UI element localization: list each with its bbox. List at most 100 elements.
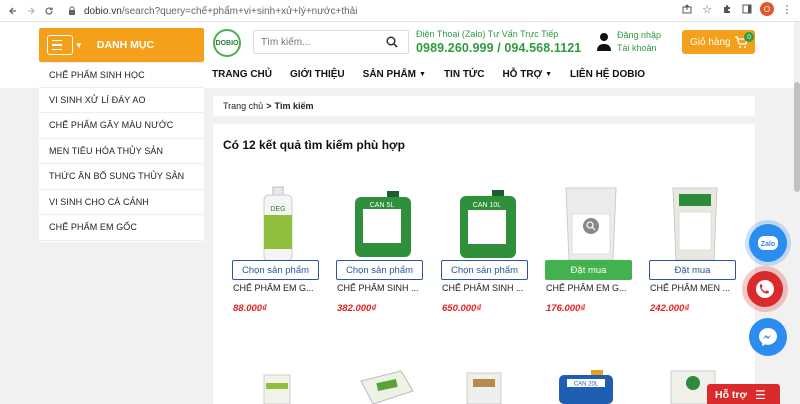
reload-icon[interactable]: [40, 2, 58, 20]
dobio-logo[interactable]: DOBIO: [213, 29, 241, 57]
phone-icon: [756, 280, 774, 298]
scrollbar-thumb[interactable]: [794, 82, 800, 192]
svg-text:Zalo: Zalo: [761, 241, 775, 248]
svg-text:CAN 10L: CAN 10L: [473, 202, 502, 209]
nav-home[interactable]: TRANG CHỦ: [212, 69, 272, 80]
lock-icon: [68, 6, 80, 17]
hotline: Điện Thoại (Zalo) Tư Vấn Trực Tiếp 0989.…: [416, 29, 591, 55]
svg-text:CAN 5L: CAN 5L: [370, 202, 395, 209]
choose-product-button[interactable]: Chọn sản phẩm: [441, 260, 528, 280]
category-sidebar: CHẾ PHẨM SINH HỌC VI SINH XỬ LÍ ĐÁY AO C…: [39, 62, 204, 242]
zalo-icon: Zalo: [758, 236, 778, 250]
caret-down-icon: ▼: [545, 70, 553, 78]
support-label: Hỗ trợ: [715, 389, 747, 401]
product-image[interactable]: CAN 10L: [442, 184, 532, 264]
svg-text:CAN 20L: CAN 20L: [574, 382, 599, 388]
cart-count-badge: 0: [744, 32, 754, 42]
product-card[interactable]: DEG CHẾ PHẨM EM G... 88.000₫: [233, 184, 323, 314]
nav-contact[interactable]: LIÊN HỆ DOBIO: [570, 69, 645, 80]
zalo-chat-button[interactable]: Zalo: [749, 224, 787, 262]
search-input[interactable]: [254, 36, 379, 48]
back-icon[interactable]: [4, 2, 22, 20]
cart-label: Giỏ hàng: [690, 36, 731, 48]
sidebar-item-thuc-an-bo-sung[interactable]: THỨC ĂN BỔ SUNG THỦY SẢN: [39, 164, 204, 190]
product-image[interactable]: CAN 5L: [337, 184, 427, 264]
product-image[interactable]: DEG: [233, 184, 323, 264]
support-button[interactable]: Hỗ trợ ☰: [707, 384, 780, 404]
search-icon[interactable]: [383, 33, 401, 51]
caret-down-icon: ▼: [419, 70, 426, 78]
profile-avatar[interactable]: O: [760, 2, 774, 16]
bookmark-star-icon[interactable]: ☆: [700, 2, 714, 16]
messenger-icon: [759, 328, 777, 346]
category-menu-button[interactable]: ▼ DANH MỤC: [39, 28, 204, 62]
product-name[interactable]: CHẾ PHẨM SINH ...: [442, 283, 532, 293]
sidebar-panel-icon[interactable]: [740, 2, 754, 16]
product-image[interactable]: [546, 184, 636, 264]
buy-now-button[interactable]: Đặt mua: [649, 260, 736, 280]
search-results: Có 12 kết quả tìm kiếm phù hợp DEG CHẾ P…: [213, 124, 755, 404]
hotline-numbers[interactable]: 0989.260.999 / 094.568.1121: [416, 41, 591, 55]
product-price: 176.000₫: [546, 303, 586, 314]
choose-product-button[interactable]: Chọn sản phẩm: [232, 260, 319, 280]
search-box: [253, 30, 409, 54]
address-bar[interactable]: dobio.vn/search?query=chế+phẩm+vi+sinh+x…: [68, 3, 688, 19]
product-card[interactable]: CAN 5L CHẾ PHẨM SINH ... 382.000₫: [337, 184, 427, 314]
main-nav: TRANG CHỦ GIỚI THIỆU SẢN PHẨM ▼ TIN TỨC H…: [212, 62, 663, 86]
breadcrumb: Trang chủ > Tìm kiếm: [213, 96, 755, 116]
product-image[interactable]: [258, 369, 318, 404]
product-name[interactable]: CHẾ PHẨM SINH ...: [337, 283, 427, 293]
breadcrumb-separator: >: [266, 101, 272, 111]
account-link[interactable]: Tài khoản: [617, 42, 661, 55]
menu-lines-icon: ☰: [754, 388, 766, 402]
choose-product-button[interactable]: Chọn sản phẩm: [336, 260, 423, 280]
product-price: 88.000₫: [233, 303, 267, 314]
product-name[interactable]: CHẾ PHẨM MEN ...: [650, 283, 740, 293]
sidebar-item-vi-sinh-ca-canh[interactable]: VI SINH CHO CÁ CẢNH: [39, 190, 204, 215]
caret-down-icon: ▼: [75, 40, 83, 50]
user-icon: [597, 33, 611, 51]
product-price: 382.000₫: [337, 303, 377, 314]
product-price: 650.000₫: [442, 303, 482, 314]
category-menu-label: DANH MỤC: [96, 39, 155, 51]
product-name[interactable]: CHẾ PHẨM EM G...: [233, 283, 323, 293]
extensions-icon[interactable]: [720, 2, 734, 16]
sidebar-item-che-pham-gay-mau-nuoc[interactable]: CHẾ PHẨM GÂY MÀU NƯỚC: [39, 113, 204, 139]
product-image[interactable]: [650, 184, 740, 264]
product-card[interactable]: CHẾ PHẨM EM G... 176.000₫: [546, 184, 636, 314]
results-title: Có 12 kết quả tìm kiếm phù hợp: [223, 138, 405, 152]
nav-news[interactable]: TIN TỨC: [444, 69, 485, 80]
call-button[interactable]: [747, 271, 783, 307]
product-price: 242.000₫: [650, 303, 690, 314]
share-icon[interactable]: [680, 2, 694, 16]
nav-about[interactable]: GIỚI THIỆU: [290, 69, 345, 80]
sidebar-item-men-tieu-hoa-thuy-san[interactable]: MEN TIÊU HÓA THỦY SẢN: [39, 139, 204, 164]
messenger-button[interactable]: [749, 318, 787, 356]
product-card[interactable]: CAN 10L CHẾ PHẨM SINH ... 650.000₫: [442, 184, 532, 314]
page-scrollbar[interactable]: [794, 22, 800, 404]
product-image[interactable]: CAN 20L: [553, 369, 613, 404]
svg-text:DEG: DEG: [270, 206, 285, 213]
more-options-icon[interactable]: ⋮: [780, 2, 794, 16]
account-block[interactable]: Đăng nhập Tài khoản: [596, 29, 661, 55]
cart-button[interactable]: Giỏ hàng 0: [682, 30, 755, 54]
product-image[interactable]: [351, 369, 414, 404]
breadcrumb-home[interactable]: Trang chủ: [223, 101, 263, 111]
sidebar-item-che-pham-sinh-hoc[interactable]: CHẾ PHẨM SINH HỌC: [39, 62, 204, 88]
sidebar-item-vi-sinh-xu-li-day-ao[interactable]: VI SINH XỬ LÍ ĐÁY AO: [39, 88, 204, 113]
breadcrumb-current: Tìm kiếm: [274, 101, 314, 111]
url-path: /search?query=chế+phẩm+vi+sinh+xử+lý+nướ…: [121, 5, 358, 17]
product-name[interactable]: CHẾ PHẨM EM G...: [546, 283, 636, 293]
nav-products[interactable]: SẢN PHẨM ▼: [363, 69, 426, 80]
product-card[interactable]: CHẾ PHẨM MEN ... 242.000₫: [650, 184, 740, 314]
forward-icon[interactable]: [22, 2, 40, 20]
sidebar-item-che-pham-em-goc[interactable]: CHẾ PHẨM EM GỐC: [39, 215, 204, 241]
hotline-label: Điện Thoại (Zalo) Tư Vấn Trực Tiếp: [416, 29, 559, 39]
product-image[interactable]: [459, 369, 519, 404]
login-link[interactable]: Đăng nhập: [617, 29, 661, 42]
browser-toolbar: dobio.vn/search?query=chế+phẩm+vi+sinh+x…: [0, 0, 800, 22]
nav-support[interactable]: HỖ TRỢ ▼: [502, 69, 552, 80]
url-domain: dobio.vn: [84, 5, 122, 17]
buy-now-button[interactable]: Đặt mua: [545, 260, 632, 280]
hamburger-icon: [47, 35, 73, 55]
